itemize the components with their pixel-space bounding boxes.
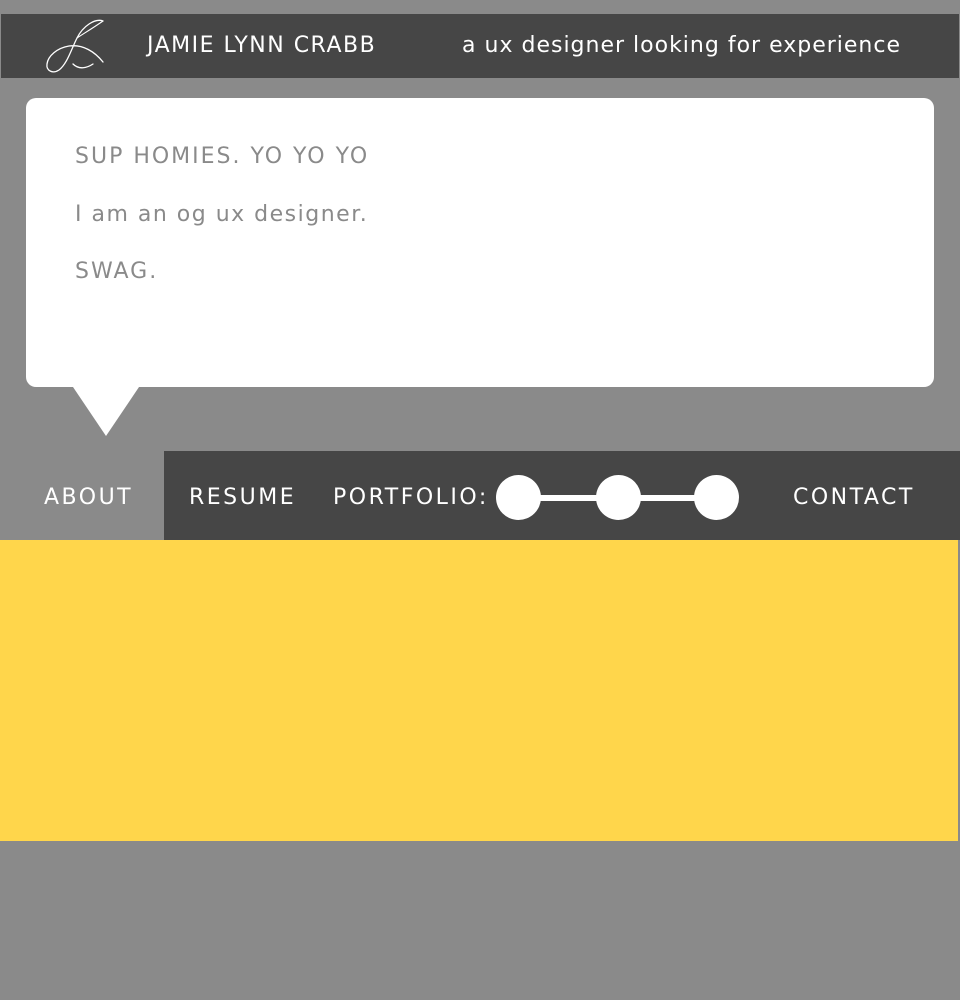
tagline: a ux designer looking for experience (462, 33, 901, 58)
speech-bubble: SUP HOMIES. YO YO YO I am an og ux desig… (26, 98, 934, 387)
nav-item-contact[interactable]: CONTACT (793, 484, 915, 512)
main-nav: RESUME PORTFOLIO: CONTACT (164, 451, 960, 540)
portfolio-dot-2[interactable] (596, 475, 641, 520)
greeting-heading: SUP HOMIES. YO YO YO (75, 144, 370, 169)
nav-item-portfolio[interactable]: PORTFOLIO: (333, 484, 489, 512)
page: JAMIE LYNN CRABB a ux designer looking f… (0, 0, 960, 1000)
speech-bubble-tail (73, 387, 139, 436)
site-header: JAMIE LYNN CRABB a ux designer looking f… (1, 14, 959, 78)
nav-about-label[interactable]: ABOUT (44, 484, 133, 512)
site-name[interactable]: JAMIE LYNN CRABB (147, 32, 376, 60)
content-panel (0, 540, 958, 841)
portfolio-dot-3[interactable] (694, 475, 739, 520)
nav-item-resume[interactable]: RESUME (189, 484, 296, 512)
portfolio-slider (496, 475, 741, 520)
nav-item-about[interactable]: ABOUT (0, 451, 164, 540)
swag-text: SWAG. (75, 259, 159, 284)
intro-text: I am an og ux designer. (75, 202, 369, 227)
portfolio-dot-1[interactable] (496, 475, 541, 520)
logo-icon[interactable] (43, 18, 109, 74)
